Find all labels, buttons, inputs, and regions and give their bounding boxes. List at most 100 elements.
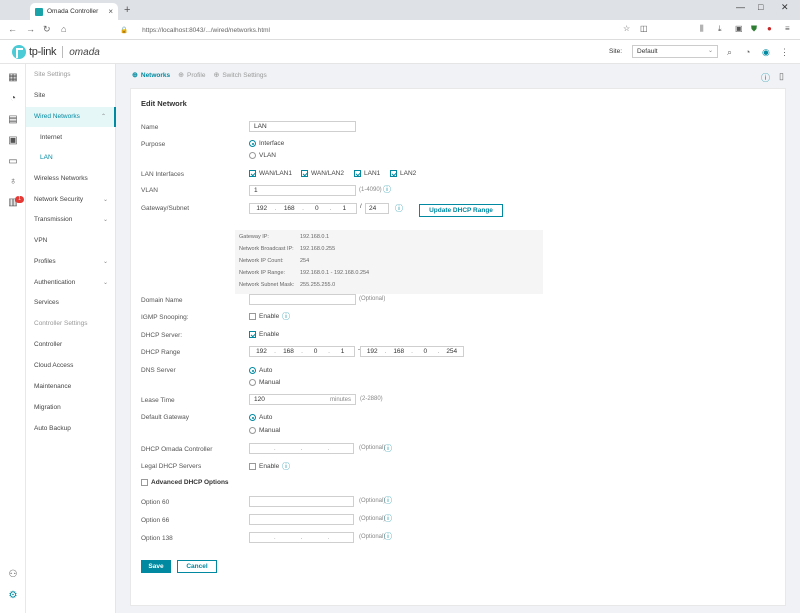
close-window-button[interactable]: ✕ <box>781 2 789 13</box>
menu-item-controller[interactable]: Controller <box>26 335 116 355</box>
vlan-input[interactable]: 1 <box>249 185 356 196</box>
menu-item-network-security[interactable]: Network Security ⌄ <box>26 190 116 210</box>
user-account-icon[interactable]: ◉ <box>762 47 770 58</box>
menu-item-authentication[interactable]: Authentication ⌄ <box>26 273 116 293</box>
settings-gear-icon[interactable]: ⚙ <box>8 590 18 601</box>
menu-item-site[interactable]: Site <box>26 86 116 106</box>
optional-hint: (Optional) <box>359 296 386 302</box>
info-icon[interactable]: ⓘ <box>395 203 403 214</box>
info-icon[interactable]: ⓘ <box>282 311 290 322</box>
bookmark-star-icon[interactable]: ☆ <box>623 24 630 33</box>
update-dhcp-range-button[interactable]: Update DHCP Range <box>419 204 503 217</box>
menu-item-cloud-access[interactable]: Cloud Access <box>26 356 116 376</box>
option-138-input[interactable]: ... <box>249 532 354 543</box>
domain-name-input[interactable] <box>249 294 356 305</box>
default-gateway-manual-radio[interactable]: Manual <box>249 427 280 434</box>
default-gateway-auto-radio[interactable]: Auto <box>249 414 272 421</box>
info-icon[interactable]: ⓘ <box>383 184 391 195</box>
dns-auto-radio[interactable]: Auto <box>249 367 272 374</box>
tab-switch-settings[interactable]: ⊕ Switch Settings <box>213 71 266 80</box>
lan-interface-checkbox[interactable]: WAN/LAN2 <box>301 170 344 177</box>
info-icon[interactable]: ⓘ <box>384 495 392 506</box>
addon-icon[interactable]: ● <box>767 24 772 33</box>
extension-icon[interactable]: ▣ <box>735 24 743 33</box>
dhcp-omada-controller-input[interactable]: ... <box>249 443 354 454</box>
shield-icon[interactable]: ⛊ <box>751 24 757 34</box>
home-icon[interactable]: ⌂ <box>61 24 66 34</box>
help-icon[interactable]: ⓘ <box>761 71 770 84</box>
chevron-up-icon: ⌃ <box>100 114 106 120</box>
lan-interface-checkbox[interactable]: LAN2 <box>390 170 416 177</box>
ip-octet: 192 <box>256 348 267 355</box>
option-66-input[interactable] <box>249 514 354 525</box>
cancel-button[interactable]: Cancel <box>177 560 217 573</box>
purpose-vlan-radio[interactable]: VLAN <box>249 152 276 159</box>
menu-item-lan[interactable]: LAN <box>26 148 116 168</box>
back-icon[interactable]: ← <box>8 24 17 34</box>
info-icon[interactable]: ⓘ <box>384 531 392 542</box>
menu-item-migration[interactable]: Migration <box>26 398 116 418</box>
account-icon[interactable]: ⚇ <box>8 569 18 580</box>
url-text: https://localhost:8043/.../wired/network… <box>142 26 270 34</box>
gateway-ip-input[interactable]: 192. 168. 0. 1 <box>249 203 357 214</box>
menu-item-wireless-networks[interactable]: Wireless Networks <box>26 169 116 189</box>
advanced-dhcp-options-toggle[interactable]: Advanced DHCP Options <box>141 479 229 486</box>
info-icon[interactable]: ⓘ <box>282 461 290 472</box>
menu-item-services[interactable]: Services <box>26 293 116 313</box>
save-button[interactable]: Save <box>141 560 171 573</box>
dhcp-range-start-input[interactable]: 192. 168. 0. 1 <box>249 346 355 357</box>
dashboard-icon[interactable]: ▦ <box>8 72 18 83</box>
menu-item-vpn[interactable]: VPN <box>26 231 116 251</box>
maximize-button[interactable]: □ <box>758 2 763 12</box>
reader-icon[interactable]: ◫ <box>640 24 648 33</box>
section-tabs: ⊕ Networks ⊕ Profile ⊕ Switch Settings <box>116 64 800 86</box>
forward-icon[interactable]: → <box>26 24 35 34</box>
menu-item-auto-backup[interactable]: Auto Backup <box>26 419 116 439</box>
vlan-label: VLAN <box>141 187 158 194</box>
download-icon[interactable]: ⤓ <box>718 24 722 34</box>
igmp-snooping-label: IGMP Snooping: <box>141 314 189 321</box>
clients-icon[interactable]: ▭ <box>8 156 18 167</box>
legal-dhcp-enable-checkbox[interactable]: Enable <box>249 463 279 470</box>
new-tab-button[interactable]: + <box>124 4 130 16</box>
map-icon[interactable]: ▤ <box>8 114 18 125</box>
lease-time-input[interactable]: 120 minutes <box>249 394 356 405</box>
name-input[interactable]: LAN <box>249 121 356 132</box>
url-field[interactable]: 🔒 https://localhost:8043/.../wired/netwo… <box>120 23 600 37</box>
insights-icon[interactable]: ♁ <box>8 176 18 187</box>
menu-icon[interactable]: ≡ <box>785 24 790 33</box>
expand-icon[interactable]: ▯ <box>779 71 784 82</box>
summary-gateway-ip: Gateway IP: 192.168.0.1 <box>239 234 330 240</box>
dhcp-range-label: DHCP Range <box>141 349 181 356</box>
dhcp-server-enable-checkbox[interactable]: Enable <box>249 331 279 338</box>
tab-networks[interactable]: ⊕ Networks <box>132 71 170 80</box>
more-icon[interactable]: ⋮ <box>780 47 789 58</box>
info-icon[interactable]: ⓘ <box>384 443 392 454</box>
search-icon[interactable]: ⌕ <box>727 47 732 58</box>
menu-item-internet[interactable]: Internet <box>26 128 116 148</box>
statistics-icon[interactable]: ◔ <box>8 93 18 104</box>
info-icon[interactable]: ⓘ <box>384 513 392 524</box>
option-60-input[interactable] <box>249 496 354 507</box>
browser-tab[interactable]: Omada Controller × <box>30 3 118 20</box>
refresh-icon[interactable]: ◔ <box>745 47 750 57</box>
igmp-enable-checkbox[interactable]: Enable <box>249 313 279 320</box>
site-select[interactable]: Default ⌄ <box>632 45 718 58</box>
tab-profile[interactable]: ⊕ Profile <box>178 71 205 80</box>
library-icon[interactable]: ⫼ <box>700 24 704 34</box>
reload-icon[interactable]: ↻ <box>43 24 51 35</box>
menu-item-transmission[interactable]: Transmission ⌄ <box>26 210 116 230</box>
devices-icon[interactable]: ▣ <box>8 135 18 146</box>
lan-interface-checkbox[interactable]: WAN/LAN1 <box>249 170 292 177</box>
dns-manual-radio[interactable]: Manual <box>249 379 280 386</box>
gateway-mask-input[interactable]: 24 <box>365 203 389 214</box>
menu-item-profiles[interactable]: Profiles ⌄ <box>26 252 116 272</box>
tp-link-logo: tp-link omada <box>12 45 100 59</box>
menu-item-maintenance[interactable]: Maintenance <box>26 377 116 397</box>
close-tab-icon[interactable]: × <box>108 7 113 16</box>
menu-item-wired-networks[interactable]: Wired Networks ⌃ <box>26 107 116 127</box>
dhcp-range-end-input[interactable]: 192. 168. 0. 254 <box>360 346 464 357</box>
lan-interface-checkbox[interactable]: LAN1 <box>354 170 380 177</box>
purpose-interface-radio[interactable]: Interface <box>249 140 284 147</box>
minimize-button[interactable]: — <box>736 2 745 12</box>
